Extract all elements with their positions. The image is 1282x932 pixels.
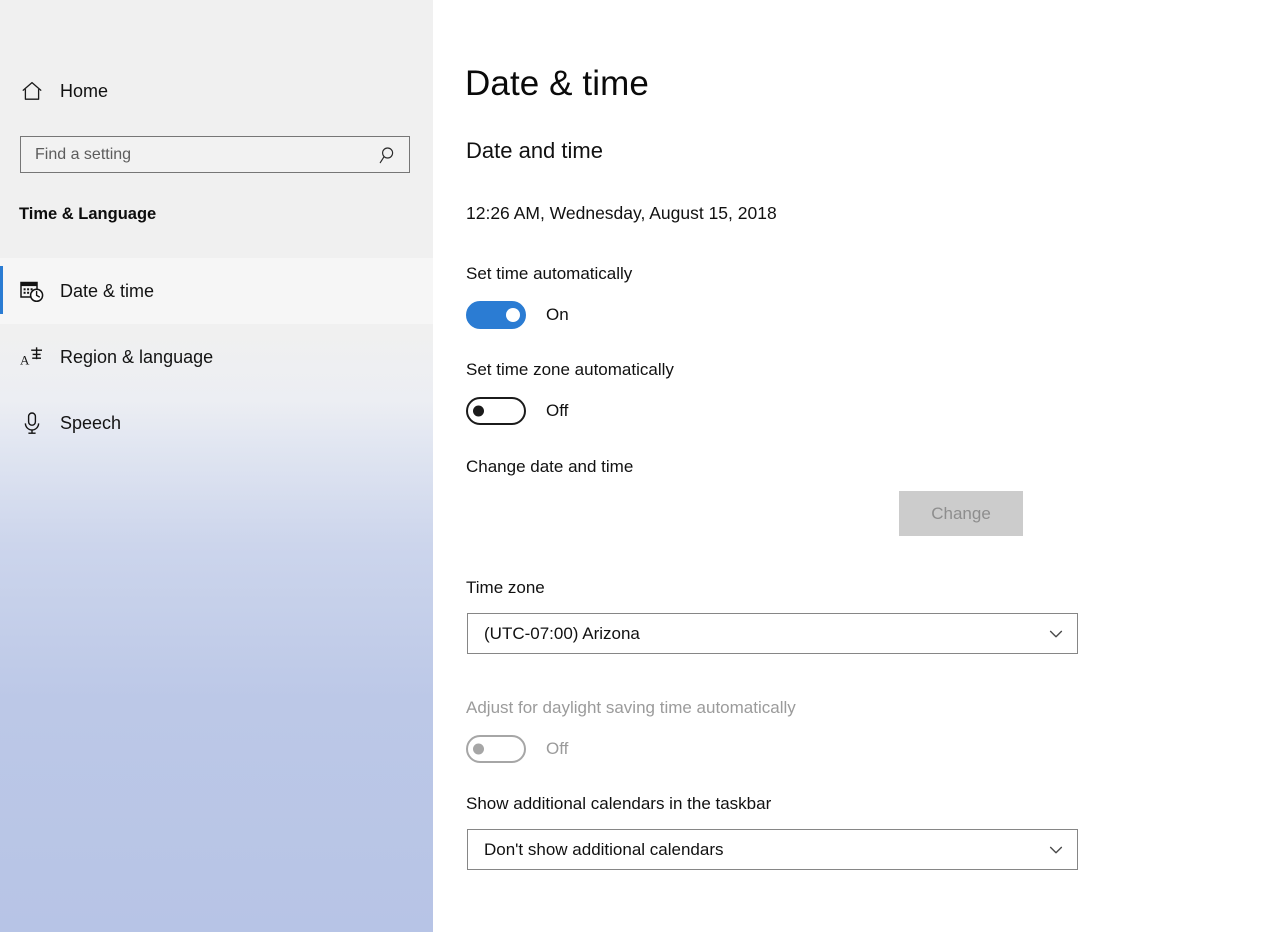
set-time-automatically-label: Set time automatically [466,264,632,284]
search-input[interactable] [21,137,369,172]
sidebar-item-speech-label: Speech [60,413,121,434]
daylight-saving-label: Adjust for daylight saving time automati… [466,698,796,718]
selection-indicator [0,266,3,314]
additional-calendars-label: Show additional calendars in the taskbar [466,794,771,814]
set-time-automatically-toggle[interactable] [466,301,526,329]
home-icon [10,79,54,103]
additional-calendars-value: Don't show additional calendars [468,840,1035,860]
time-zone-label: Time zone [466,578,545,598]
time-zone-value: (UTC-07:00) Arizona [468,624,1035,644]
daylight-saving-row: Off [466,735,568,763]
microphone-icon [10,410,54,436]
search-icon[interactable] [369,145,409,165]
page-title: Date & time [465,64,649,104]
sidebar: Home Time & Language [0,0,433,932]
sidebar-item-date-time[interactable]: Date & time [0,258,433,324]
time-zone-dropdown[interactable]: (UTC-07:00) Arizona [467,613,1078,654]
language-icon: A [10,344,54,370]
section-title: Date and time [466,138,603,164]
change-button[interactable]: Change [899,491,1023,536]
set-time-zone-automatically-row: Off [466,397,568,425]
sidebar-item-region-language[interactable]: A Region & language [0,324,433,390]
calendar-clock-icon [10,278,54,304]
toggle-knob [473,406,484,417]
additional-calendars-dropdown[interactable]: Don't show additional calendars [467,829,1078,870]
toggle-knob [506,308,520,322]
toggle-knob [473,744,484,755]
main-content: Date & time Date and time 12:26 AM, Wedn… [433,0,1282,932]
change-date-and-time-label: Change date and time [466,457,633,477]
sidebar-nav: Date & time A Region & language [0,258,433,456]
current-datetime-readout: 12:26 AM, Wednesday, August 15, 2018 [466,203,777,224]
set-time-zone-automatically-toggle[interactable] [466,397,526,425]
settings-window: Settings Home [0,0,1282,932]
search-box[interactable] [20,136,410,173]
set-time-zone-automatically-state: Off [546,401,568,421]
sidebar-item-date-time-label: Date & time [60,281,154,302]
set-time-automatically-row: On [466,301,569,329]
chevron-down-icon[interactable] [1035,626,1077,642]
sidebar-item-region-language-label: Region & language [60,347,213,368]
sidebar-group-heading: Time & Language [19,205,156,224]
svg-text:A: A [20,353,30,368]
daylight-saving-toggle[interactable] [466,735,526,763]
set-time-automatically-state: On [546,305,569,325]
sidebar-item-home[interactable]: Home [0,72,433,110]
sidebar-item-speech[interactable]: Speech [0,390,433,456]
daylight-saving-state: Off [546,739,568,759]
sidebar-item-home-label: Home [60,81,108,102]
set-time-zone-automatically-label: Set time zone automatically [466,360,674,380]
chevron-down-icon[interactable] [1035,842,1077,858]
